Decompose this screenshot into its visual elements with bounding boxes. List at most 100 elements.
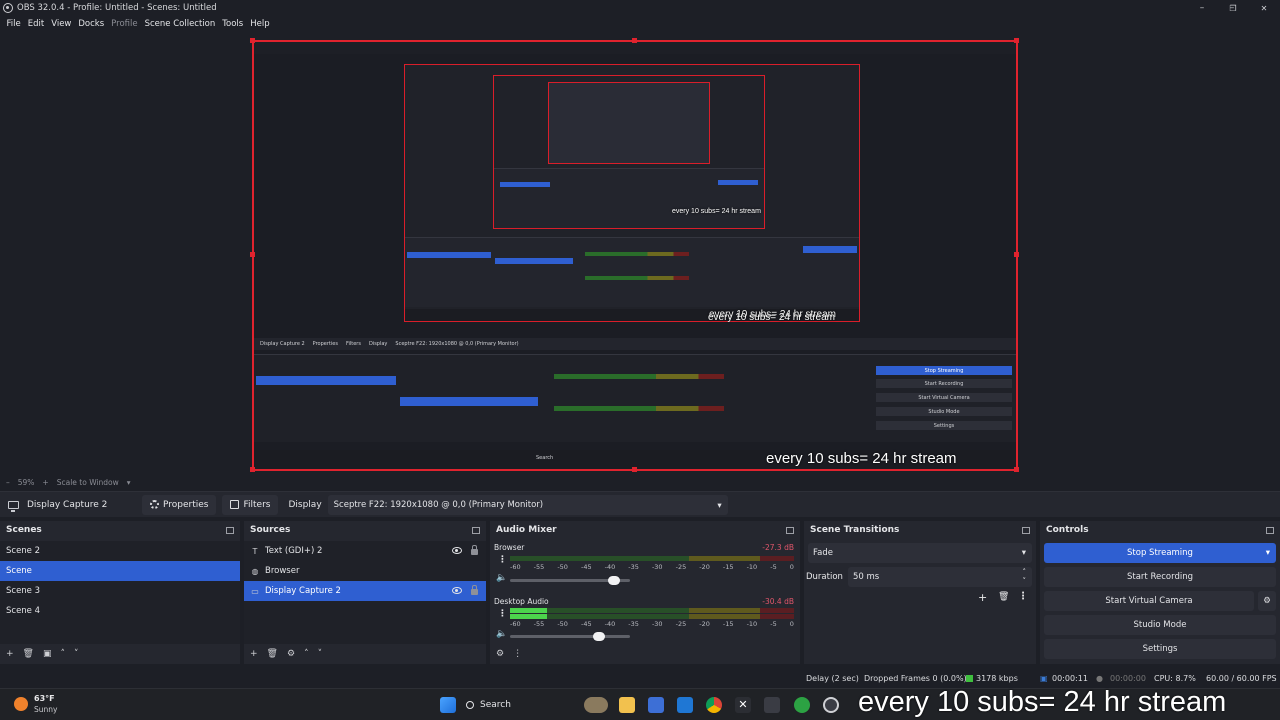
scene-item[interactable]: Scene 3 [0, 581, 240, 601]
scene-item[interactable]: Scene 2 [0, 541, 240, 561]
stop-streaming-button[interactable]: Stop Streaming ▾ [1044, 543, 1276, 563]
filter-icon[interactable]: ▣ [43, 649, 52, 659]
nested-selection [407, 252, 491, 258]
duration-spinbox[interactable]: 50 ms ˄ ˅ [848, 567, 1032, 587]
audio-mixer-title: Audio Mixer [496, 525, 557, 535]
resize-handle[interactable] [250, 252, 255, 257]
close-button[interactable]: ✕ [1248, 0, 1280, 16]
chevron-down-icon[interactable]: ▾ [1266, 548, 1270, 558]
capcut-icon[interactable]: ✕ [735, 697, 751, 713]
menu-file[interactable]: File [3, 19, 24, 29]
source-item-selected[interactable]: ▭ Display Capture 2 [244, 581, 486, 601]
add-scene-button[interactable]: + [6, 649, 14, 659]
eye-icon[interactable] [452, 587, 462, 594]
resize-handle[interactable] [250, 467, 255, 472]
gear-icon[interactable]: ⚙ [1258, 591, 1276, 611]
scene-item[interactable]: Scene 4 [0, 601, 240, 621]
menu-scene-collection[interactable]: Scene Collection [141, 19, 219, 29]
menu-profile[interactable]: Profile [108, 19, 141, 29]
filters-button[interactable]: Filters [222, 494, 279, 515]
source-item[interactable]: ◍ Browser [244, 561, 486, 581]
nested-meter [585, 252, 689, 256]
scene-item-selected[interactable]: Scene [0, 561, 240, 581]
kebab-icon[interactable]: ⋮ [1018, 591, 1028, 602]
menu-docks[interactable]: Docks [75, 19, 108, 29]
chevron-down-icon[interactable]: ▾ [127, 478, 131, 487]
resize-handle[interactable] [250, 38, 255, 43]
resize-handle[interactable] [1014, 252, 1019, 257]
windows-start-icon[interactable] [440, 697, 456, 713]
resize-handle[interactable] [632, 467, 637, 472]
start-virtual-camera-button[interactable]: Start Virtual Camera [1044, 591, 1254, 611]
undock-icon[interactable] [1022, 526, 1030, 534]
speaker-icon[interactable]: 🔈 [496, 629, 507, 639]
menu-tools[interactable]: Tools [219, 19, 247, 29]
add-source-button[interactable]: + [250, 649, 258, 659]
move-up-button[interactable]: ˄ [61, 649, 66, 659]
lock-icon[interactable] [471, 585, 478, 595]
properties-button[interactable]: Properties [142, 494, 217, 515]
menu-view[interactable]: View [48, 19, 75, 29]
zoom-strip: – 59% + Scale to Window ▾ [0, 475, 1280, 489]
restore-button[interactable]: ❐ [1218, 0, 1248, 16]
start-recording-button[interactable]: Start Recording [1044, 567, 1276, 587]
undock-icon[interactable] [226, 526, 234, 534]
volume-slider[interactable] [510, 576, 630, 585]
volume-slider[interactable] [510, 632, 630, 641]
undock-icon[interactable] [472, 526, 480, 534]
kebab-icon[interactable]: ⋮ [513, 649, 522, 659]
xbox-icon[interactable] [794, 697, 810, 713]
resize-handle[interactable] [1014, 38, 1019, 43]
duration-value: 50 ms [853, 572, 880, 582]
move-down-button[interactable]: ˅ [74, 649, 79, 659]
move-up-button[interactable]: ˄ [304, 649, 309, 659]
transition-select[interactable]: Fade ▾ [808, 543, 1032, 563]
spin-arrows-icon[interactable]: ˄ ˅ [1023, 568, 1027, 586]
audio-mixer-header: Audio Mixer [490, 521, 800, 539]
trash-icon[interactable]: 🗑 [267, 649, 278, 659]
preview-canvas[interactable]: every 10 subs= 24 hr stream every 10 sub… [252, 40, 1018, 471]
menu-edit[interactable]: Edit [24, 19, 47, 29]
undock-icon[interactable] [1266, 526, 1274, 534]
slider-knob[interactable] [592, 632, 605, 641]
kebab-icon[interactable]: ⋮ [498, 555, 507, 565]
display-select[interactable]: Sceptre F22: 1920x1080 @ 0,0 (Primary Mo… [327, 494, 728, 515]
sources-title: Sources [250, 525, 291, 535]
slider-knob[interactable] [608, 576, 621, 585]
scenes-dock: Scenes Scene 2 Scene Scene 3 Scene 4 + 🗑… [0, 521, 240, 664]
dropped-frames: Dropped Frames 0 (0.0%) [864, 674, 967, 683]
minimize-button-alt[interactable]: – [1186, 0, 1218, 16]
store-icon[interactable] [648, 697, 664, 713]
resize-handle[interactable] [1014, 467, 1019, 472]
add-transition-button[interactable]: + [978, 591, 987, 604]
trash-icon[interactable]: 🗑 [23, 649, 34, 659]
scenes-title: Scenes [6, 525, 42, 535]
speaker-icon[interactable]: 🔈 [496, 573, 507, 583]
meter-tick-label: -5 [770, 563, 777, 571]
gear-icon[interactable]: ⚙ [287, 649, 295, 659]
chrome-icon[interactable] [706, 697, 722, 713]
studio-mode-button[interactable]: Studio Mode [1044, 615, 1276, 635]
app-icon[interactable] [764, 697, 780, 713]
settings-button[interactable]: Settings [1044, 639, 1276, 659]
resize-handle[interactable] [632, 38, 637, 43]
chevron-down-icon: ▾ [717, 500, 722, 511]
gear-icon[interactable]: ⚙ [496, 649, 504, 659]
source-item[interactable]: T Text (GDI+) 2 [244, 541, 486, 561]
folder-icon[interactable] [619, 697, 635, 713]
trash-icon[interactable]: 🗑 [998, 592, 1009, 602]
eye-icon[interactable] [452, 547, 462, 554]
weather-temp: 63°F [34, 694, 55, 703]
obs-icon[interactable] [823, 697, 839, 713]
scale-mode[interactable]: Scale to Window [57, 478, 119, 487]
taskbar-search[interactable]: Search [466, 695, 511, 715]
move-down-button[interactable]: ˅ [318, 649, 323, 659]
zoom-in-button[interactable]: + [42, 478, 48, 487]
lock-icon[interactable] [471, 545, 478, 555]
widgets-icon[interactable] [584, 697, 608, 713]
kebab-icon[interactable]: ⋮ [498, 609, 507, 619]
undock-icon[interactable] [786, 526, 794, 534]
mail-icon[interactable] [677, 697, 693, 713]
menu-help[interactable]: Help [247, 19, 273, 29]
zoom-out-button[interactable]: – [6, 478, 10, 487]
